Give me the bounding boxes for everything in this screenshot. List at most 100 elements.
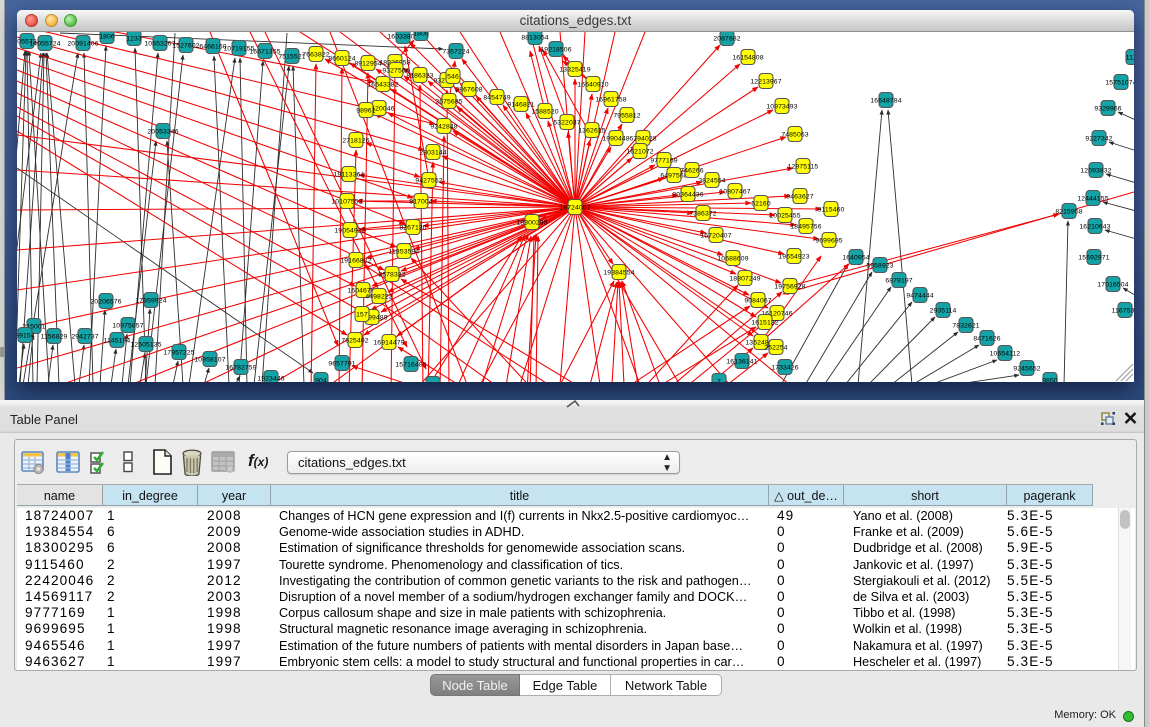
svg-text:1923446: 1923446 — [257, 375, 284, 382]
svg-text:10807467: 10807467 — [719, 188, 750, 195]
svg-text:13325419: 13325419 — [559, 66, 590, 73]
svg-text:157: 157 — [356, 311, 368, 318]
svg-text:904: 904 — [315, 377, 327, 382]
svg-text:17016504: 17016504 — [1097, 281, 1128, 288]
svg-text:7663822: 7663822 — [302, 51, 329, 58]
svg-text:18300295: 18300295 — [516, 219, 547, 226]
svg-text:1615132: 1615132 — [751, 319, 778, 326]
svg-text:5958923: 5958923 — [866, 262, 893, 269]
svg-text:1145194: 1145194 — [104, 337, 131, 344]
svg-text:2803144: 2803144 — [419, 149, 446, 156]
svg-text:7625402: 7625402 — [341, 337, 368, 344]
svg-text:7386372: 7386372 — [689, 210, 716, 217]
svg-text:9657791: 9657791 — [328, 360, 355, 367]
svg-text:1588520: 1588520 — [531, 108, 558, 115]
svg-text:1233: 1233 — [126, 35, 142, 42]
svg-text:15720407: 15720407 — [700, 232, 731, 239]
svg-text:7955812: 7955812 — [613, 112, 640, 119]
svg-text:9245652: 9245652 — [1013, 365, 1040, 372]
svg-text:3675685: 3675685 — [435, 98, 462, 105]
svg-text:252254: 252254 — [764, 344, 788, 351]
svg-text:1640954: 1640954 — [842, 254, 869, 261]
svg-text:1156829: 1156829 — [41, 333, 68, 340]
svg-text:10025455: 10025455 — [769, 212, 800, 219]
svg-text:9227342: 9227342 — [1085, 135, 1112, 142]
svg-text:3824554: 3824554 — [698, 177, 725, 184]
svg-text:12505135: 12505135 — [130, 341, 161, 348]
svg-text:7485063: 7485063 — [781, 131, 808, 138]
svg-text:9850: 9850 — [1042, 377, 1058, 382]
svg-text:9115460: 9115460 — [818, 206, 845, 213]
svg-text:14055724: 14055724 — [29, 40, 60, 47]
svg-text:8267130: 8267130 — [399, 224, 426, 231]
svg-text:8813054: 8813054 — [521, 34, 548, 41]
svg-text:1990448: 1990448 — [602, 135, 629, 142]
svg-text:1167533: 1167533 — [1112, 307, 1134, 314]
svg-text:16648784: 16648784 — [870, 97, 901, 104]
svg-text:16961758: 16961758 — [595, 96, 626, 103]
svg-text:6879197: 6879197 — [885, 277, 912, 284]
svg-text:9329966: 9329966 — [1094, 105, 1121, 112]
svg-text:1806: 1806 — [413, 32, 429, 37]
svg-text:343: 343 — [427, 381, 439, 382]
svg-text:12093832: 12093832 — [1080, 167, 1111, 174]
svg-text:19756928: 19756928 — [774, 283, 805, 290]
svg-text:18724007: 18724007 — [559, 204, 590, 211]
svg-text:9699695: 9699695 — [815, 237, 842, 244]
svg-text:917004: 917004 — [409, 198, 433, 205]
svg-text:8454749: 8454749 — [483, 94, 510, 101]
svg-text:16782759: 16782759 — [225, 364, 256, 371]
svg-text:62160: 62160 — [751, 200, 771, 207]
svg-text:17957225: 17957225 — [163, 349, 194, 356]
svg-text:10653267: 10653267 — [144, 40, 175, 47]
svg-text:16136141: 16136141 — [726, 358, 757, 365]
svg-text:9242848: 9242848 — [430, 123, 457, 130]
svg-text:2087682: 2087682 — [713, 35, 740, 42]
svg-text:12444155: 12444155 — [1077, 195, 1108, 202]
svg-text:15716485: 15716485 — [395, 361, 426, 368]
svg-text:546: 546 — [447, 73, 459, 80]
svg-text:19654923: 19654923 — [778, 253, 809, 260]
svg-text:7357224: 7357224 — [442, 48, 469, 55]
svg-text:9777169: 9777169 — [650, 157, 677, 164]
svg-text:9463627: 9463627 — [786, 193, 813, 200]
svg-text:10107553: 10107553 — [331, 198, 362, 205]
svg-text:2718126: 2718126 — [342, 137, 369, 144]
svg-text:8660124: 8660124 — [328, 55, 355, 62]
svg-text:4498222: 4498222 — [365, 293, 392, 300]
svg-text:2935114: 2935114 — [930, 307, 957, 314]
svg-text:15692971: 15692971 — [1078, 254, 1109, 261]
svg-text:1733426: 1733426 — [771, 364, 798, 371]
svg-text:1527602: 1527602 — [172, 42, 199, 49]
svg-text:2867608: 2867608 — [455, 86, 482, 93]
svg-text:8912954: 8912954 — [354, 60, 381, 67]
svg-text:16914479: 16914479 — [373, 339, 404, 346]
svg-text:8678332: 8678332 — [378, 271, 405, 278]
svg-text:98961: 98961 — [356, 107, 376, 114]
svg-text:20053346: 20053346 — [147, 128, 178, 135]
svg-text:2942737: 2942737 — [71, 333, 98, 340]
svg-text:12213967: 12213967 — [750, 78, 781, 85]
svg-text:9146821: 9146821 — [507, 101, 534, 108]
svg-text:19384554: 19384554 — [603, 269, 634, 276]
svg-text:12975115: 12975115 — [788, 163, 819, 170]
svg-text:10654112: 10654112 — [990, 350, 1021, 357]
svg-text:9084067: 9084067 — [744, 297, 771, 304]
svg-text:10973493: 10973493 — [766, 103, 797, 110]
svg-text:16543382: 16543382 — [367, 81, 398, 88]
svg-text:17359924: 17359924 — [135, 297, 166, 304]
svg-text:1362615: 1362615 — [578, 127, 605, 134]
svg-text:10958107: 10958107 — [194, 356, 225, 363]
svg-text:20091406: 20091406 — [67, 40, 98, 47]
svg-text:16640910: 16640910 — [577, 81, 608, 88]
svg-text:10975857: 10975857 — [112, 322, 143, 329]
svg-text:16154808: 16154808 — [732, 54, 763, 61]
svg-text:10688609: 10688609 — [717, 255, 748, 262]
svg-text:5322037: 5322037 — [553, 119, 580, 126]
svg-text:8471626: 8471626 — [973, 335, 1000, 342]
svg-text:7832621: 7832621 — [952, 322, 979, 329]
svg-text:18807249: 18807249 — [729, 275, 760, 282]
svg-text:1621072: 1621072 — [626, 148, 653, 155]
svg-text:19166822: 19166822 — [340, 257, 371, 264]
svg-text:11353594: 11353594 — [389, 248, 420, 255]
